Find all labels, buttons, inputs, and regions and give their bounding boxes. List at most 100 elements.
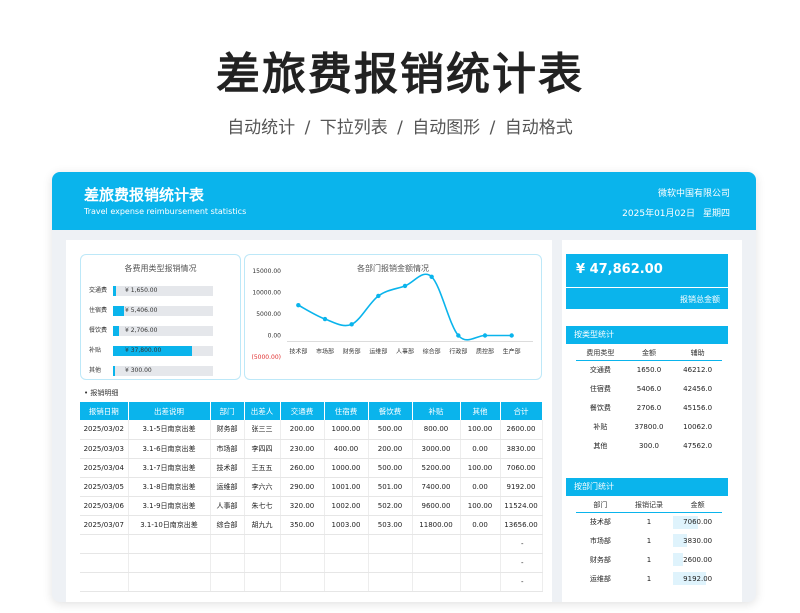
detail-section-label: • 报销明细 [84,389,119,397]
type-bar-row: 住宿费 ¥ 5,406.00 [89,306,239,316]
table-row: - [80,553,543,573]
table-cell: 350.00 [280,515,325,535]
detail-col-header: 住宿费 [324,402,369,420]
type-bar-label: 住宿费 [89,307,108,314]
table-cell: 290.00 [280,477,325,497]
data-point [482,333,488,338]
table-cell [244,553,281,573]
line-chart-svg: 15000.00 10000.00 5000.00 0.00 (5000.00) 技术部 市… [252,268,533,361]
left-panel: 各费用类型报销情况 交通费 ¥ 1,650.00 住宿费 ¥ 5,406.00 餐饮费 ¥… [66,240,552,602]
table-cell [280,534,325,554]
table-cell: 200.00 [368,439,413,459]
report-header: 差旅费报销统计表 Travel expense reimbursement st… [52,172,756,230]
type-bar-row: 其他 ¥ 300.00 [89,366,239,376]
detail-col-header: 其他 [460,402,501,420]
amount-cell: 3830.00 [673,531,722,550]
type-bar-row: 餐饮费 ¥ 2,706.00 [89,326,239,336]
table-cell: 5200.00 [412,458,461,478]
table-cell: 1003.00 [324,515,369,535]
table-cell: 2025/03/02 [80,420,129,440]
table-cell [412,553,461,573]
table-cell [324,534,369,554]
detail-col-header: 餐饮费 [368,402,413,420]
table-row: 财务部 1 2600.00 [576,550,722,569]
table-cell: 300.0 [638,441,659,450]
table-row: 补贴 37800.0 10062.0 [576,417,722,436]
table-cell: 2706.0 [636,403,662,412]
detail-col-header: 报销日期 [80,402,129,420]
amount-value: 2600.00 [683,555,713,564]
table-cell: 100.00 [460,458,501,478]
table-cell [80,534,129,554]
table-cell [460,572,501,592]
table-cell: 45156.0 [683,403,713,412]
table-cell: 1000.00 [324,420,369,440]
y-tick-label: 0.00 [268,333,282,340]
table-cell: 朱七七 [244,496,281,516]
table-cell: 3.1-5日南京出差 [128,420,211,440]
table-cell: 200.00 [280,420,325,440]
table-cell: 2025/03/06 [80,496,129,516]
type-bar-fill [113,326,119,336]
detail-label-text: 报销明细 [90,389,119,397]
table-cell: - [500,553,543,573]
amount-value: 3830.00 [683,536,713,545]
table-cell: 李四四 [244,439,281,459]
table-cell: 财务部 [210,420,245,440]
type-bar-value: ¥ 5,406.00 [125,307,158,314]
table-row: - [80,534,543,554]
detail-col-header: 部门 [210,402,245,420]
detail-col-header: 出差说明 [128,402,211,420]
amount-value: 7060.00 [683,517,713,526]
table-cell: 3.1-7日南京出差 [128,458,211,478]
table-cell: 502.00 [368,496,413,516]
count-cell: 1 [646,517,652,526]
report-card: 差旅费报销统计表 Travel expense reimbursement st… [52,172,756,602]
table-row: 其他 300.0 47562.0 [576,436,722,455]
table-cell: 3.1-6日南京出差 [128,439,211,459]
type-col-header: 费用类型 [576,346,625,361]
type-bar-row: 交通费 ¥ 1,650.00 [89,286,239,296]
detail-col-header: 出差人 [244,402,281,420]
table-cell [460,553,501,573]
table-row: 2025/03/03 3.1-6日南京出差 市场部 李四四 230.00 400.00 20… [80,439,543,459]
table-cell: 5406.0 [636,384,662,393]
x-tick-label: 生产部 [503,348,521,356]
table-cell: 2025/03/07 [80,515,129,535]
table-row: - [80,572,543,592]
table-cell: 400.00 [324,439,369,459]
table-cell: 11524.00 [500,496,543,516]
table-cell: 3.1-10日南京出差 [128,515,211,535]
type-bar-label: 补贴 [89,347,102,354]
table-cell: 800.00 [412,420,461,440]
type-col-header: 金额 [624,346,674,361]
x-tick-label: 综合部 [423,348,441,356]
x-tick-label: 技术部 [289,348,307,356]
dept-cell: 运维部 [589,574,611,583]
table-cell: 7060.00 [500,458,543,478]
table-cell: 0.00 [460,439,501,459]
total-card: ¥ 47,862.00 报销总金额 [566,254,728,309]
table-cell [244,534,281,554]
count-cell: 1 [646,555,652,564]
dept-cell: 技术部 [589,517,611,526]
x-tick-label: 人事部 [396,348,414,356]
table-cell: 3.1-8日南京出差 [128,477,211,497]
weekday-text: 星期四 [702,209,730,219]
table-cell: 技术部 [210,458,245,478]
table-row: 2025/03/05 3.1-8日南京出差 运维部 李六六 290.00 1001.00 5… [80,477,543,497]
report-subtitle: Travel expense reimbursement statistics [84,207,247,216]
table-cell [210,572,245,592]
data-point [296,302,301,308]
table-cell: 46212.0 [683,365,713,374]
type-bar-fill [113,366,115,376]
x-tick-label: 质控部 [476,348,494,356]
table-row: 2025/03/04 3.1-7日南京出差 技术部 王五五 260.00 1000.00 5… [80,458,543,478]
table-cell [324,572,369,592]
table-cell: 13656.00 [500,515,543,535]
table-cell [280,553,325,573]
type-bar-track: ¥ 2,706.00 [113,326,213,336]
y-tick-label: 10000.00 [252,290,281,297]
table-cell: 2025/03/04 [80,458,129,478]
table-cell: 餐饮费 [589,403,611,412]
